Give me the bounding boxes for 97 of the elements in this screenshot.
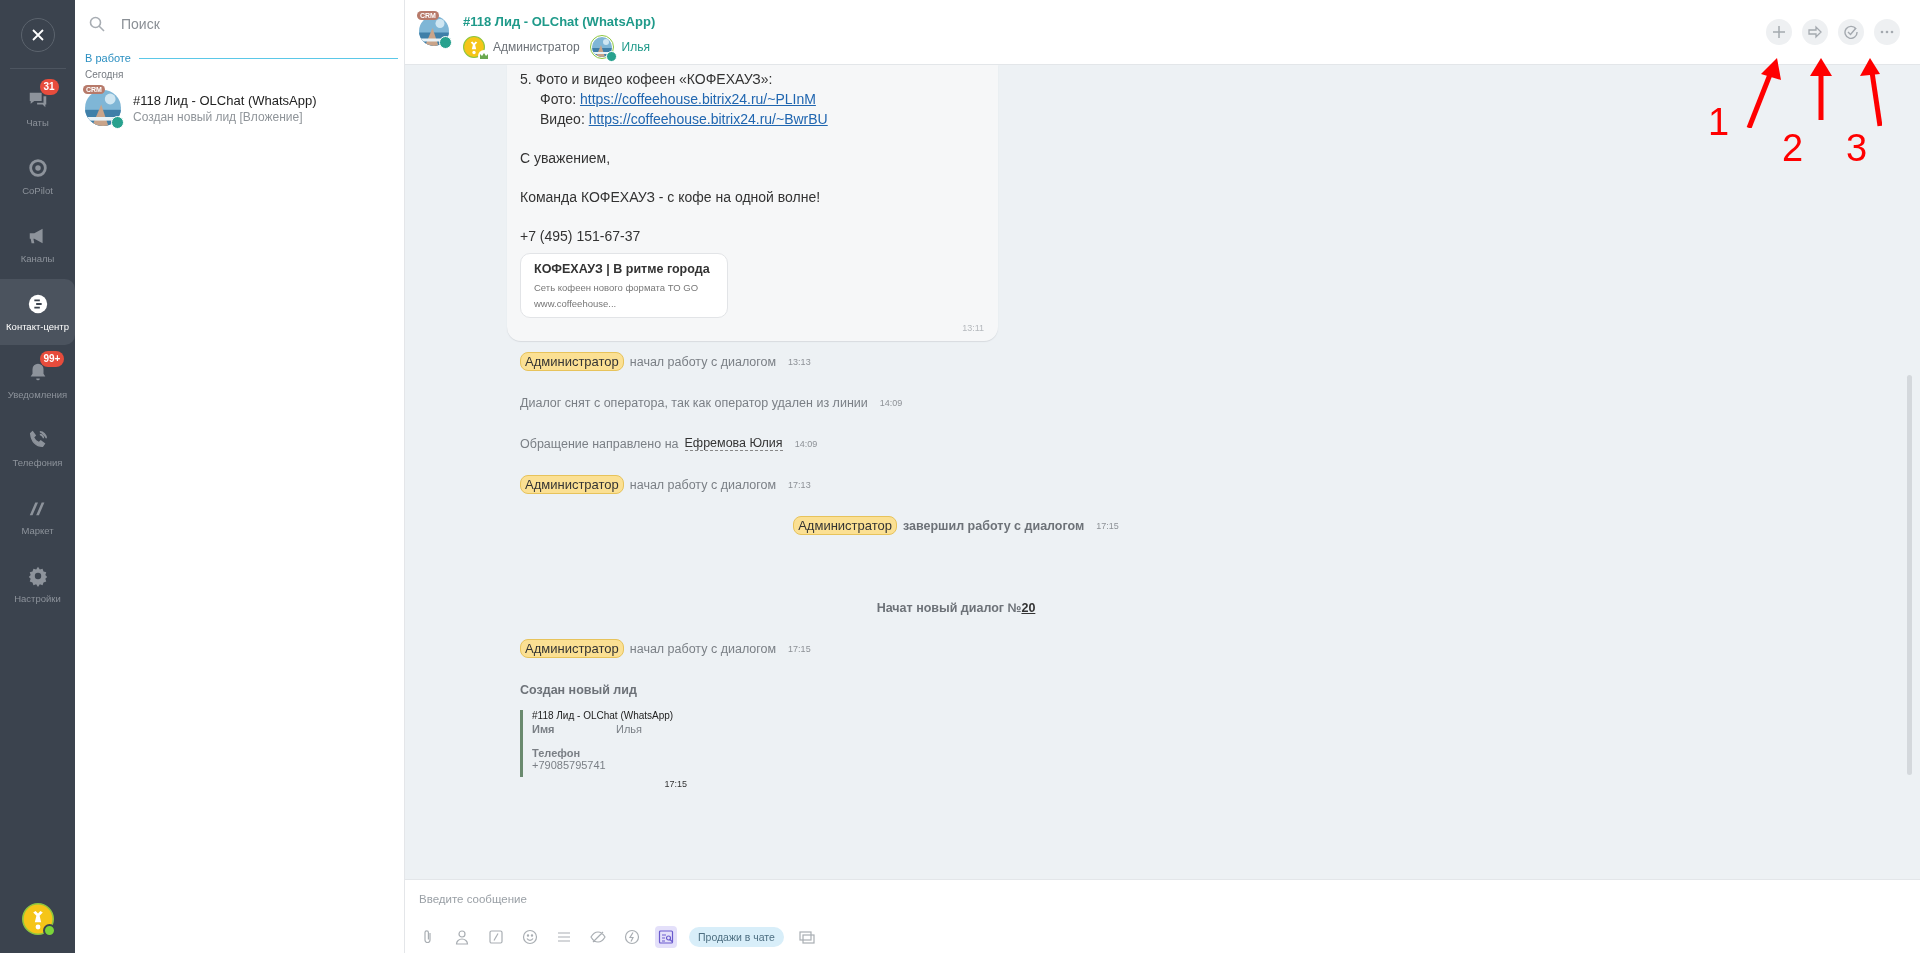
event-time: 17:15 [788,643,811,654]
chat-title: #118 Лид - OLChat (WhatsApp) [133,92,317,108]
link[interactable]: https://coffeehouse.bitrix24.ru/~PLInM [579,91,816,107]
nav-item[interactable]: Контакт-центр [0,279,75,345]
channel-icon [605,51,617,62]
event-time: 13:13 [788,356,811,367]
nav-label: Контакт-центр [6,320,69,332]
user-name-tag[interactable]: Администратор [520,352,624,371]
date-label: Сегодня [85,69,125,80]
lightning-icon [624,929,640,945]
message-time: 13:11 [961,323,984,333]
more-button[interactable] [1874,19,1900,45]
channel-icon [111,116,124,129]
nav-item[interactable]: Каналы [0,211,75,277]
event-time: 14:09 [794,438,818,449]
chat-preview: Создан новый лид [Вложение] [133,109,304,124]
plus-icon [1772,25,1786,39]
field-value: +79085795741 [532,759,607,771]
arrow-right-icon [1808,25,1822,39]
field-label: Имя [532,723,556,735]
nav-label: Телефония [12,456,63,468]
crown-icon [478,50,490,62]
hidden-eye-icon [590,929,606,945]
search-icon [89,16,105,32]
nav-label: CoPilot [22,184,53,196]
message-text: +7 (495) 151-67-37 [520,227,642,246]
event-text: начал работу с диалогом [629,354,777,369]
nav-label: Каналы [20,252,55,264]
sales-chat-button[interactable]: Продажи в чате [689,927,784,947]
nav-label: Настройки [14,592,61,604]
message-text: 5. Фото и видео кофеен «КОФЕХАУЗ»: [520,70,774,89]
preview-title: КОФЕХАУЗ | В ритме города [534,262,711,276]
event-time: 14:09 [879,397,903,408]
annotation-arrow [1860,58,1882,128]
annotation-number: 1 [1708,102,1730,142]
link-preview-card[interactable]: КОФЕХАУЗ | В ритме города Сеть кофеен нового формата TO GO www.coffeehouse... [520,253,728,318]
contact-center-icon [26,292,49,315]
dialog-number-link[interactable]: 20 [1021,600,1036,615]
annotation-number: 2 [1782,128,1804,168]
nav-item[interactable]: Маркет [0,483,75,549]
event-text: начал работу с диалогом [629,477,777,492]
counter-badge: 99+ [39,350,65,367]
event-time: 17:13 [788,479,811,490]
message-text: Фото: [540,91,577,107]
annotation-arrow [1745,58,1781,128]
section-title: В работе [85,52,131,64]
message-text: Команда КОФЕХАУЗ - с кофе на одной волне! [520,188,822,207]
chat-title[interactable]: #118 Лид - OLChat (WhatsApp) [463,14,656,29]
event-text: Диалог снят с оператора, так как оператор удален из линии [520,395,868,410]
field-label: Телефон [532,747,582,759]
nav-label: Чаты [26,116,49,128]
user-name-link[interactable]: Ефремова Юлия [684,436,783,451]
nav-item[interactable]: Телефония [0,415,75,481]
message-text: Видео: [540,111,585,127]
smile-icon [522,929,538,945]
nav-item[interactable]: Настройки [0,551,75,617]
nav-label: Уведомления [7,388,68,400]
windows-icon [798,929,815,945]
copilot-icon [26,156,49,179]
scrollbar[interactable] [1907,375,1912,775]
add-button[interactable] [1766,19,1792,45]
link[interactable]: https://coffeehouse.bitrix24.ru/~BwrBU [588,111,828,127]
participant-name[interactable]: Илья [621,40,650,54]
lead-title[interactable]: #118 Лид - OLChat (WhatsApp) [532,710,702,721]
field-value: Илья [616,723,642,735]
admin-avatar-icon [21,903,54,935]
event-time: 17:15 [1096,520,1119,531]
check-circle-icon [1844,25,1858,39]
nav-item[interactable]: 99+ Уведомления [0,347,75,413]
event-text: завершил работу с диалогом [903,518,1085,533]
user-name-tag[interactable]: Администратор [793,516,897,535]
nav-item[interactable]: CoPilot [0,143,75,209]
list-icon [556,929,572,945]
search-document-icon [658,929,674,945]
user-icon [454,929,470,945]
event-title: Создан новый лид [520,682,637,697]
nav-label: Маркет [21,524,54,536]
counter-badge: 31 [39,78,59,95]
user-name-tag[interactable]: Администратор [520,475,624,494]
finish-button[interactable] [1838,19,1864,45]
preview-description: Сеть кофеен нового формата TO GO [534,282,700,293]
channel-icon [439,36,452,49]
user-name-tag[interactable]: Администратор [520,639,624,658]
event-text: Обращение направлено на [520,436,679,451]
event-text: Начат новый диалог № [876,600,1022,615]
preview-url: www.coffeehouse... [534,298,618,309]
forward-button[interactable] [1802,19,1828,45]
annotation-number: 3 [1846,128,1868,168]
event-text: начал работу с диалогом [629,641,777,656]
slash-command-icon [488,929,504,945]
message-time: 17:15 [663,779,687,789]
close-icon [30,28,45,42]
user-avatar[interactable] [21,903,54,935]
toolbar-button[interactable] [655,926,677,948]
participant-name[interactable]: Администратор [493,40,580,54]
nav-item[interactable]: 31 Чаты [0,75,75,141]
message-text: С уважением, [520,149,612,168]
